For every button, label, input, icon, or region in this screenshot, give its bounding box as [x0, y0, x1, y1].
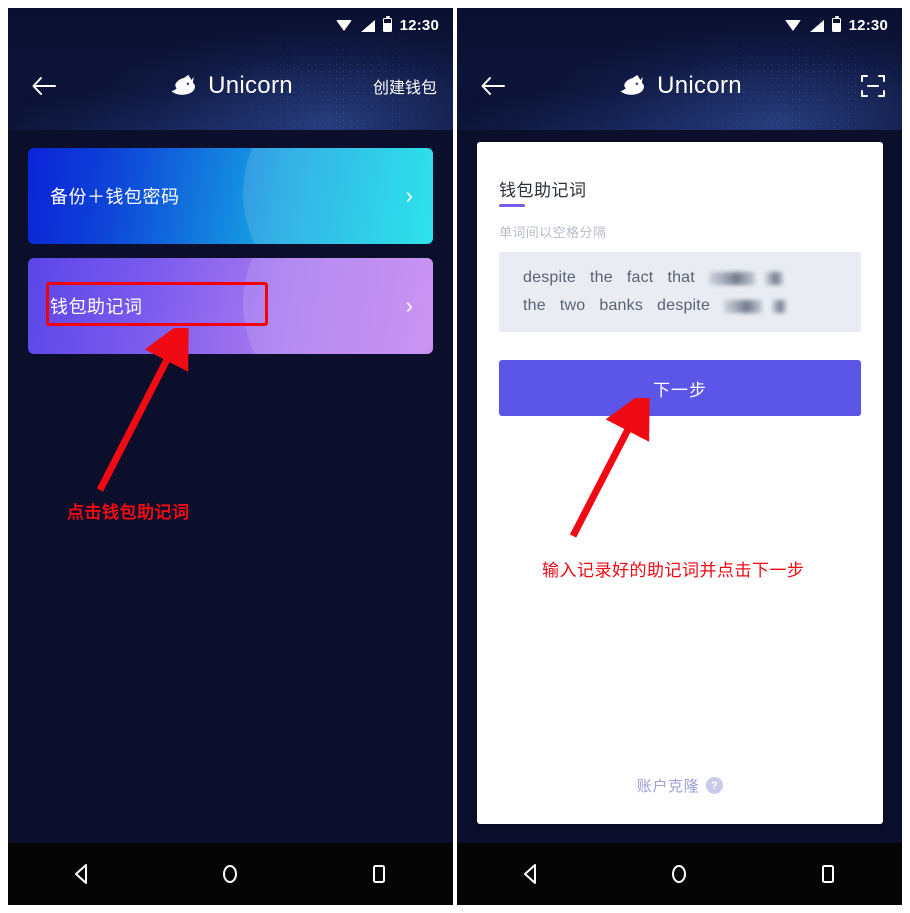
signal-icon	[809, 19, 824, 32]
mnemonic-word: two	[559, 297, 586, 314]
scan-qr-icon[interactable]	[860, 73, 886, 99]
mnemonic-word: that	[667, 269, 695, 286]
mnemonic-sheet: 钱包助记词 单词间以空格分隔 despite the fact that the	[477, 142, 883, 824]
app-bar-right: Unicorn	[457, 42, 902, 130]
mnemonic-input[interactable]: despite the fact that the two banks desp…	[499, 252, 861, 332]
next-step-button[interactable]: 下一步	[499, 360, 861, 416]
status-bar-left: 12:30	[8, 8, 453, 42]
brand-name: Unicorn	[657, 72, 742, 99]
wifi-icon	[335, 19, 352, 32]
phone-panel-left: 12:30 Unicorn 创建钱包 备份＋钱包密码 › 钱包助记词 › 点击钱…	[8, 8, 453, 905]
mnemonic-word: despite	[657, 297, 711, 314]
help-icon[interactable]: ?	[706, 777, 724, 794]
card-backup-password[interactable]: 备份＋钱包密码 ›	[28, 148, 433, 244]
annotation-text-right: 输入记录好的助记词并点击下一步	[542, 561, 805, 580]
annotation-arrow-left	[96, 328, 189, 492]
status-bar-time: 12:30	[399, 16, 439, 34]
redacted-word	[708, 271, 755, 285]
nav-recents-icon[interactable]	[802, 854, 854, 894]
sheet-hint: 单词间以空格分隔	[499, 225, 607, 240]
nav-back-icon[interactable]	[56, 854, 108, 894]
nav-home-icon[interactable]	[204, 854, 256, 894]
nav-home-icon[interactable]	[653, 854, 705, 894]
mnemonic-word: the	[523, 297, 546, 314]
android-nav-bar-right	[457, 843, 902, 905]
sheet-title: 钱包助记词	[499, 181, 587, 200]
android-nav-bar-left	[8, 843, 453, 905]
nav-recents-icon[interactable]	[353, 854, 405, 894]
mnemonic-word: despite	[523, 269, 576, 286]
account-clone-label: 账户克隆	[636, 778, 700, 795]
account-clone-link[interactable]: 账户克隆 ?	[477, 775, 883, 796]
mnemonic-word: the	[590, 269, 613, 286]
redacted-word	[772, 299, 787, 313]
status-bar-right: 12:30	[457, 8, 902, 42]
app-bar-left: Unicorn 创建钱包	[8, 42, 453, 130]
card-backup-password-label: 备份＋钱包密码	[50, 187, 180, 207]
brand-lockup: Unicorn	[617, 72, 742, 100]
mnemonic-text: despite the fact that the two banks desp…	[523, 264, 849, 320]
back-arrow-icon[interactable]	[24, 66, 64, 106]
back-arrow-icon[interactable]	[473, 66, 513, 106]
chevron-right-icon: ›	[405, 183, 413, 208]
redacted-word	[724, 299, 763, 313]
mnemonic-word: banks	[599, 297, 644, 314]
redacted-word	[764, 271, 783, 285]
screenshot-stage: 12:30 Unicorn 创建钱包 备份＋钱包密码 › 钱包助记词 › 点击钱…	[0, 0, 910, 913]
mnemonic-line-1: despite the fact that	[523, 264, 849, 292]
battery-icon	[831, 15, 841, 32]
brand-name: Unicorn	[208, 72, 293, 99]
mnemonic-word: fact	[626, 269, 654, 286]
mnemonic-line-2: the two banks despite	[523, 292, 849, 320]
annotation-text-left: 点击钱包助记词	[67, 503, 190, 522]
status-bar-time: 12:30	[848, 16, 888, 34]
signal-icon	[360, 19, 375, 32]
brand-lockup: Unicorn	[168, 72, 293, 100]
unicorn-logo-icon	[171, 74, 195, 95]
battery-icon	[382, 15, 392, 32]
phone-panel-right: 12:30 Unicorn 钱包助记词 单词间以空格分隔 despite the…	[457, 8, 902, 905]
chevron-right-icon: ›	[405, 293, 413, 318]
create-wallet-action[interactable]: 创建钱包	[373, 74, 437, 98]
nav-back-icon[interactable]	[505, 854, 557, 894]
title-underline	[499, 204, 525, 207]
unicorn-logo-icon	[620, 74, 644, 95]
annotation-highlight-box	[46, 282, 268, 326]
wifi-icon	[784, 19, 801, 32]
